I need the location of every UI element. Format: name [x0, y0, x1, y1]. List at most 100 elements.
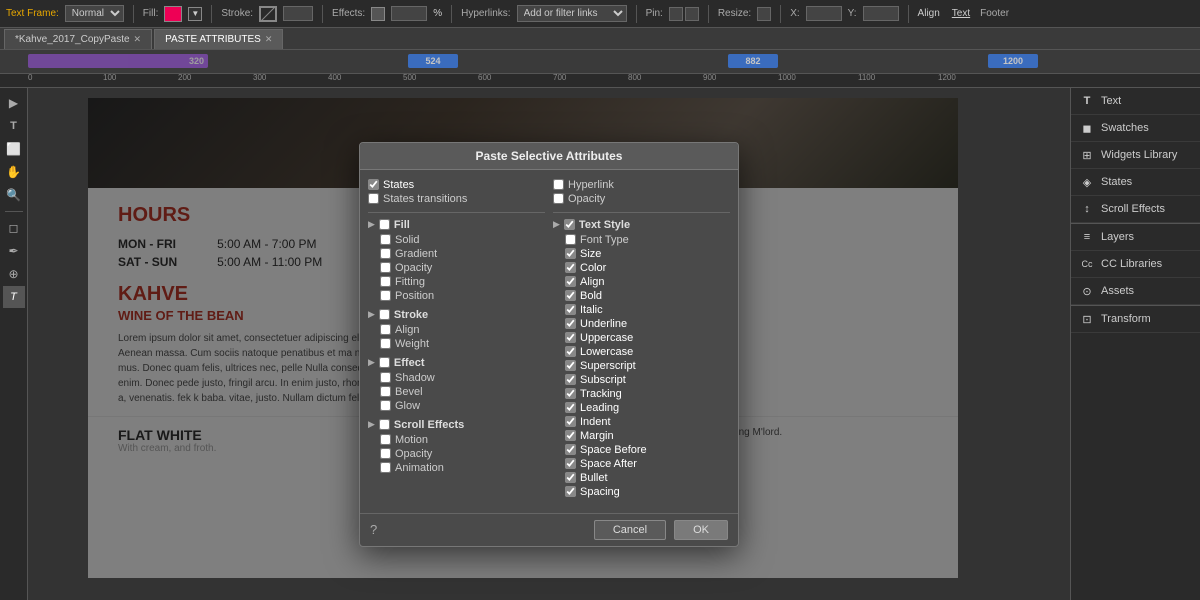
right-panel-layers[interactable]: ≡ Layers — [1071, 224, 1200, 251]
pin-btn[interactable] — [669, 7, 683, 21]
ts-align-checkbox[interactable] — [565, 276, 576, 287]
tool-text[interactable]: T — [3, 115, 25, 137]
stroke-check-group: Align Weight — [368, 323, 545, 351]
text-style-arrow-icon[interactable]: ▶ — [553, 219, 560, 230]
opacity-checkbox[interactable] — [553, 193, 564, 204]
right-panel-widgets[interactable]: ⊞ Widgets Library — [1071, 142, 1200, 169]
stroke-swatch[interactable] — [259, 6, 277, 22]
ts-lowercase-checkbox[interactable] — [565, 346, 576, 357]
ts-tracking-checkbox[interactable] — [565, 388, 576, 399]
ts-space-before-checkbox[interactable] — [565, 444, 576, 455]
ts-color-checkbox[interactable] — [565, 262, 576, 273]
right-panel-cc-label: CC Libraries — [1101, 258, 1162, 270]
ts-bullet-checkbox[interactable] — [565, 472, 576, 483]
tab-footer-btn[interactable]: Footer — [980, 8, 1009, 19]
effect-section-title: Effect — [394, 357, 425, 369]
right-panel-states[interactable]: ◈ States — [1071, 169, 1200, 196]
right-panel-transform[interactable]: ⊡ Transform — [1071, 306, 1200, 333]
scroll-animation-checkbox[interactable] — [380, 462, 391, 473]
fill-arrow-icon[interactable]: ▶ — [368, 219, 375, 230]
cancel-button[interactable]: Cancel — [594, 520, 666, 540]
hyperlinks-select[interactable]: Add or filter links — [517, 5, 627, 22]
tab-kahve[interactable]: *Kahve_2017_CopyPaste ✕ — [4, 29, 152, 49]
ts-font-type-checkbox[interactable] — [565, 234, 576, 245]
ts-margin-checkbox[interactable] — [565, 430, 576, 441]
tabbar: *Kahve_2017_CopyPaste ✕ PASTE ATTRIBUTES… — [0, 28, 1200, 50]
right-panel-swatches[interactable]: ◼ Swatches — [1071, 115, 1200, 142]
hyperlink-checkbox[interactable] — [553, 179, 564, 190]
fill-position-checkbox[interactable] — [380, 290, 391, 301]
scroll-effects-checkbox[interactable] — [379, 419, 390, 430]
align-btn[interactable]: Align — [918, 8, 940, 19]
right-panel-scroll[interactable]: ↕ Scroll Effects — [1071, 196, 1200, 223]
stroke-arrow-icon[interactable]: ▶ — [368, 309, 375, 320]
scroll-opacity-checkbox[interactable] — [380, 448, 391, 459]
fill-solid-checkbox[interactable] — [380, 234, 391, 245]
stroke-weight-checkbox[interactable] — [380, 338, 391, 349]
effect-glow-checkbox[interactable] — [380, 400, 391, 411]
tab-kahve-close[interactable]: ✕ — [134, 34, 142, 45]
effect-arrow-icon[interactable]: ▶ — [368, 357, 375, 368]
ts-bold-checkbox[interactable] — [565, 290, 576, 301]
fill-swatch[interactable] — [164, 6, 182, 22]
ts-space-before-label: Space Before — [580, 444, 647, 456]
ts-space-after-checkbox[interactable] — [565, 458, 576, 469]
right-panel-text[interactable]: T Text — [1071, 88, 1200, 115]
ts-spacing-checkbox[interactable] — [565, 486, 576, 497]
tab-paste[interactable]: PASTE ATTRIBUTES ✕ — [154, 29, 283, 49]
fill-opacity-row: Opacity — [380, 261, 545, 275]
effect-shadow-checkbox[interactable] — [380, 372, 391, 383]
scroll-motion-checkbox[interactable] — [380, 434, 391, 445]
stroke-align-checkbox[interactable] — [380, 324, 391, 335]
scroll-effects-arrow-icon[interactable]: ▶ — [368, 419, 375, 430]
resize-btn[interactable] — [757, 7, 771, 21]
fill-arrow[interactable]: ▼ — [188, 7, 202, 21]
stroke-checkbox[interactable] — [379, 309, 390, 320]
tool-hand[interactable]: ✋ — [3, 161, 25, 183]
right-panel-cc[interactable]: Cc CC Libraries — [1071, 251, 1200, 278]
help-icon[interactable]: ? — [370, 522, 377, 537]
ts-superscript-checkbox[interactable] — [565, 360, 576, 371]
ts-italic-checkbox[interactable] — [565, 304, 576, 315]
ts-indent-row: Indent — [565, 415, 730, 429]
fill-opacity-checkbox[interactable] — [380, 262, 391, 273]
fill-fitting-checkbox[interactable] — [380, 276, 391, 287]
tool-zoom[interactable]: 🔍 — [3, 184, 25, 206]
tab-text-btn[interactable]: Text — [952, 8, 970, 19]
ts-font-type-row: Font Type — [565, 233, 730, 247]
tool-type[interactable]: T — [3, 286, 25, 308]
tool-image[interactable]: ⬜ — [3, 138, 25, 160]
ts-leading-checkbox[interactable] — [565, 402, 576, 413]
ts-size-checkbox[interactable] — [565, 248, 576, 259]
ts-indent-checkbox[interactable] — [565, 416, 576, 427]
fill-gradient-checkbox[interactable] — [380, 248, 391, 259]
ts-leading-row: Leading — [565, 401, 730, 415]
ts-uppercase-checkbox[interactable] — [565, 332, 576, 343]
effect-checkbox[interactable] — [379, 357, 390, 368]
right-panel-assets[interactable]: ⊙ Assets — [1071, 278, 1200, 305]
tab-paste-close[interactable]: ✕ — [265, 34, 273, 45]
opacity-label: Opacity — [568, 193, 605, 205]
x-input[interactable]: 638 — [806, 6, 842, 21]
stroke-header: ▶ Stroke — [368, 309, 545, 321]
tool-shape[interactable]: ◻ — [3, 217, 25, 239]
states-transitions-checkbox[interactable] — [368, 193, 379, 204]
y-input[interactable]: 623 — [863, 6, 899, 21]
ok-button[interactable]: OK — [674, 520, 728, 540]
tool-crop[interactable]: ⊕ — [3, 263, 25, 285]
modal-left-col: States States transitions ▶ — [368, 178, 545, 505]
ts-subscript-checkbox[interactable] — [565, 374, 576, 385]
frame-type-select[interactable]: Normal — [65, 5, 124, 22]
tool-pointer[interactable]: ▶ — [3, 92, 25, 114]
effects-icon[interactable] — [371, 7, 385, 21]
ts-superscript-label: Superscript — [580, 360, 636, 372]
pin-btn2[interactable] — [685, 7, 699, 21]
fill-checkbox[interactable] — [379, 219, 390, 230]
effect-bevel-checkbox[interactable] — [380, 386, 391, 397]
tool-pen[interactable]: ✒ — [3, 240, 25, 262]
text-style-checkbox[interactable] — [564, 219, 575, 230]
effects-value-input[interactable]: 100% — [391, 6, 427, 21]
ts-underline-checkbox[interactable] — [565, 318, 576, 329]
states-checkbox[interactable] — [368, 179, 379, 190]
stroke-value-input[interactable]: 0 — [283, 6, 313, 21]
